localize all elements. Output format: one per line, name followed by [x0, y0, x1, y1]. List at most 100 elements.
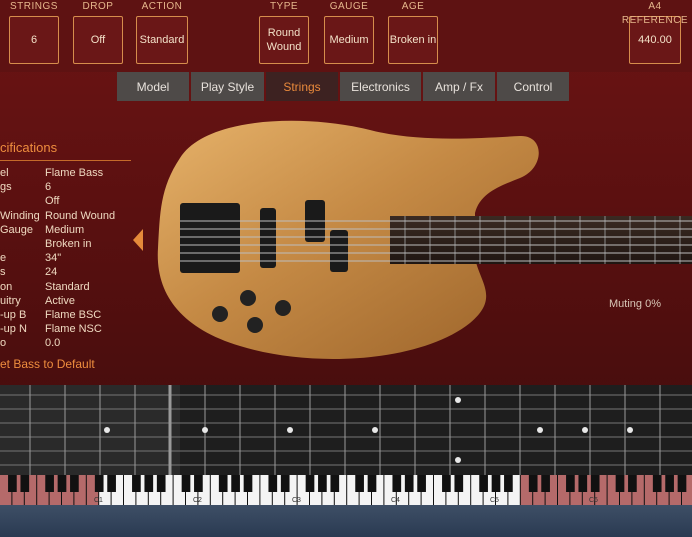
previous-arrow-icon[interactable] — [133, 229, 143, 251]
neck-pickup-a — [260, 208, 276, 268]
black-key — [504, 475, 513, 492]
spec-value: Flame BSC — [45, 308, 102, 321]
tab-bar: Model Play Style Strings Electronics Amp / F… — [117, 72, 569, 101]
black-key — [578, 475, 588, 492]
param-label: TYPE — [269, 1, 299, 12]
black-key — [156, 475, 166, 492]
param-value-box[interactable]: Broken in — [388, 16, 438, 64]
octave-label: C4 — [391, 497, 400, 504]
tab-amp-fx[interactable]: Amp / Fx — [423, 72, 495, 101]
black-key — [268, 475, 278, 492]
tab-play-style[interactable]: Play Style — [191, 72, 264, 101]
param-value-box[interactable]: Off — [73, 16, 123, 64]
spec-value: Medium — [45, 223, 85, 236]
tab-control[interactable]: Control — [497, 72, 569, 101]
spec-row: on Standard — [0, 281, 135, 295]
bass-guitar-image — [157, 120, 692, 359]
param-value-box[interactable]: 6 — [9, 16, 59, 64]
black-key — [566, 475, 575, 492]
spec-value: Flame Bass — [45, 167, 104, 179]
black-key — [20, 475, 30, 492]
spec-value: Standard — [45, 280, 90, 293]
spec-key: el — [0, 167, 9, 179]
black-key — [132, 475, 141, 492]
black-key — [280, 475, 290, 492]
fret-marker — [104, 427, 110, 433]
black-key — [615, 475, 625, 492]
black-key — [417, 475, 426, 492]
spec-key: e — [0, 252, 7, 265]
black-key — [243, 475, 253, 492]
muting-readout: Muting 0% — [609, 298, 661, 310]
tab-electronics[interactable]: Electronics — [340, 72, 421, 101]
octave-label: C5 — [490, 497, 499, 504]
black-key — [181, 475, 191, 492]
fret-marker — [582, 427, 588, 433]
param-value-box[interactable]: Standard — [136, 16, 188, 64]
tone-knob — [212, 306, 228, 322]
spec-key: o — [0, 337, 7, 350]
tab-strings[interactable]: Strings — [266, 72, 338, 101]
black-key — [454, 475, 464, 492]
param-label: A4 REFERENCE — [621, 1, 689, 26]
bass-neck — [390, 216, 692, 264]
spec-row: Winding Round Wound — [0, 210, 135, 224]
spec-key: -up N — [0, 323, 27, 336]
black-key — [479, 475, 488, 492]
param-value-box[interactable]: Round Wound — [259, 16, 309, 64]
spec-key: Winding — [0, 209, 40, 222]
spec-key: gs — [0, 181, 12, 194]
black-key — [57, 475, 67, 492]
black-key — [590, 475, 600, 492]
black-key — [628, 475, 637, 492]
bridge-pickup — [180, 203, 240, 273]
spec-row: -up B Flame BSC — [0, 309, 135, 323]
tab-model[interactable]: Model — [117, 72, 189, 101]
spec-list: el Flame Bass gs 6 Off Winding Round Wound Gaug… — [0, 167, 135, 351]
fretboard-grid — [0, 385, 692, 477]
param-value-box[interactable]: Medium — [324, 16, 374, 64]
black-key — [45, 475, 54, 492]
piano-keys[interactable]: C1 C2 C3 C4 C5 C6 — [0, 475, 692, 505]
spec-row: Off — [0, 195, 135, 209]
fret-marker — [537, 427, 543, 433]
spec-key: Gauge — [0, 223, 34, 236]
param-drop: DROP Off — [73, 0, 123, 64]
spec-row: o 0.0 — [0, 337, 135, 351]
spec-row: gs 6 — [0, 181, 135, 195]
balance-knob — [247, 317, 263, 333]
specifications-title: cifications — [0, 140, 131, 161]
spec-row: el Flame Bass — [0, 167, 135, 181]
black-key — [392, 475, 402, 492]
black-key — [528, 475, 538, 492]
spec-row: s 24 — [0, 266, 135, 280]
param-label: STRINGS — [10, 1, 58, 12]
parameter-bar: STRINGS 6 DROP Off ACTION Standard TYPE Round W… — [0, 0, 692, 72]
spec-value: Broken in — [45, 237, 92, 250]
black-key — [318, 475, 327, 492]
black-key — [70, 475, 79, 492]
bass-plugin-window: STRINGS 6 DROP Off ACTION Standard TYPE Round W… — [0, 0, 692, 537]
param-gauge: GAUGE Medium — [324, 0, 374, 64]
param-label: ACTION — [141, 1, 183, 12]
spec-value: Flame NSC — [45, 323, 102, 336]
black-key — [442, 475, 451, 492]
black-key — [144, 475, 154, 492]
black-key — [194, 475, 203, 492]
octave-label: C6 — [589, 497, 598, 504]
specifications-panel: cifications el Flame Bass gs 6 Off Winding Rou… — [0, 140, 135, 351]
spec-value: Off — [45, 195, 60, 208]
fretboard-display — [0, 385, 692, 477]
fret-marker — [455, 457, 461, 463]
black-key — [677, 475, 687, 492]
piano-keyboard[interactable]: C1 C2 C3 C4 C5 C6 — [0, 475, 692, 505]
spec-key: uitry — [0, 294, 21, 307]
fret-marker — [455, 397, 461, 403]
black-key — [367, 475, 377, 492]
spec-key: s — [0, 266, 6, 279]
spec-value: Round Wound — [45, 209, 116, 222]
volume-knob — [240, 290, 256, 306]
reset-bass-link[interactable]: et Bass to Default — [0, 357, 95, 371]
black-key — [541, 475, 550, 492]
spec-row: -up N Flame NSC — [0, 323, 135, 337]
